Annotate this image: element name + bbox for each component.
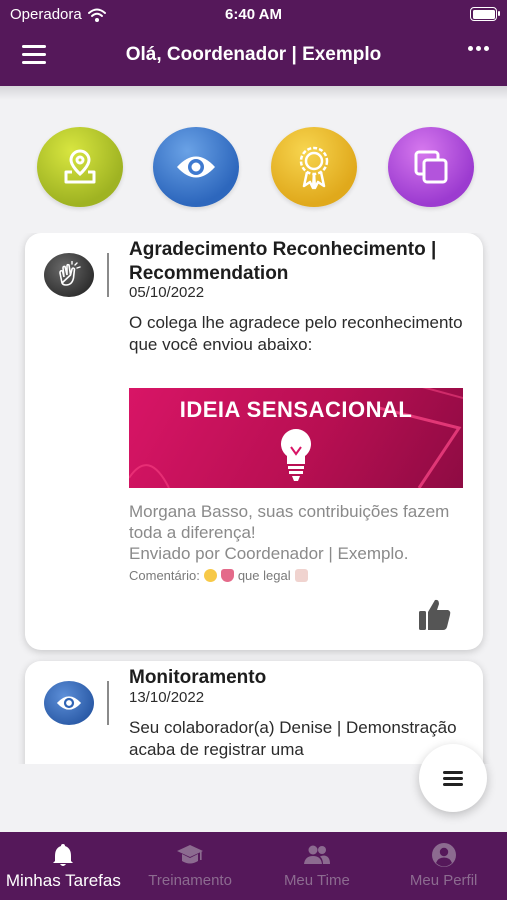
battery-icon bbox=[470, 7, 500, 21]
copy-action-button[interactable] bbox=[388, 127, 474, 207]
card-date: 05/10/2022 bbox=[129, 284, 205, 301]
location-pin-icon bbox=[64, 149, 96, 184]
card-avatar bbox=[44, 681, 94, 725]
monitoring-card[interactable]: Monitoramento 13/10/2022 Seu colaborador… bbox=[25, 661, 483, 764]
monitor-action-button[interactable] bbox=[153, 127, 239, 207]
card-title: Agradecimento Reconhecimento | Recommend… bbox=[129, 239, 437, 284]
card-message: O colega lhe agradece pelo reconheciment… bbox=[129, 313, 463, 354]
quick-actions bbox=[0, 127, 507, 207]
task-feed[interactable]: Agradecimento Reconhecimento | Recommend… bbox=[0, 233, 507, 764]
card-avatar bbox=[44, 253, 94, 297]
comment-label: Comentário: bbox=[129, 568, 200, 583]
location-action-button[interactable] bbox=[37, 127, 123, 207]
banner-text: IDEIA SENSACIONAL bbox=[179, 397, 413, 422]
rose-icon bbox=[220, 569, 234, 582]
status-bar: Operadora 6:40 AM bbox=[0, 0, 507, 28]
thumbs-up-icon[interactable] bbox=[417, 597, 453, 633]
card-divider bbox=[107, 681, 109, 725]
tab-label: Meu Time bbox=[283, 872, 350, 889]
floating-menu-button[interactable] bbox=[419, 744, 487, 812]
menu-icon bbox=[443, 768, 463, 789]
card-subtext: Morgana Basso, suas contribuições fazem … bbox=[129, 502, 450, 542]
bottom-tab-bar: Minhas Tarefas Treinamento Meu Time Meu … bbox=[0, 832, 507, 900]
tab-meu-time[interactable]: Meu Time bbox=[254, 832, 381, 900]
eye-icon bbox=[177, 156, 215, 178]
award-badge-icon bbox=[299, 146, 329, 190]
tab-label: Minhas Tarefas bbox=[5, 871, 121, 890]
status-time: 6:40 AM bbox=[225, 6, 282, 23]
smiling-face-icon bbox=[203, 569, 217, 582]
group-icon bbox=[303, 845, 330, 864]
header-shadow bbox=[0, 86, 507, 100]
card-sender: Enviado por Coordenador | Exemplo. bbox=[129, 544, 409, 563]
card-date: 13/10/2022 bbox=[129, 689, 205, 706]
card-comment: Comentário: que legal bbox=[129, 568, 308, 583]
comment-text: que legal bbox=[237, 568, 291, 583]
graduation-cap-icon bbox=[177, 845, 204, 864]
tab-treinamento[interactable]: Treinamento bbox=[127, 832, 254, 900]
recognition-banner: IDEIA SENSACIONAL bbox=[129, 388, 463, 488]
tab-label: Treinamento bbox=[148, 872, 232, 889]
tab-label: Meu Perfil bbox=[409, 872, 478, 889]
card-title: Monitoramento bbox=[129, 667, 267, 688]
copy-icon bbox=[414, 150, 448, 184]
page-title: Olá, Coordenador | Exemplo bbox=[125, 44, 382, 65]
card-divider bbox=[107, 253, 109, 297]
cake-icon bbox=[294, 569, 308, 582]
recognition-action-button[interactable] bbox=[271, 127, 357, 207]
card-message: Seu colaborador(a) Denise | Demonstração… bbox=[129, 718, 457, 759]
app-header: Operadora 6:40 AM Olá, Coordenador | Exe… bbox=[0, 0, 507, 86]
tab-meu-perfil[interactable]: Meu Perfil bbox=[380, 832, 507, 900]
bell-icon bbox=[53, 844, 74, 866]
lightbulb-icon bbox=[281, 429, 311, 481]
profile-icon bbox=[431, 843, 456, 867]
eye-icon bbox=[56, 696, 82, 710]
tab-minhas-tarefas[interactable]: Minhas Tarefas bbox=[0, 832, 127, 900]
clapping-hands-icon bbox=[59, 261, 81, 286]
more-options-button[interactable] bbox=[468, 46, 489, 51]
recognition-card[interactable]: Agradecimento Reconhecimento | Recommend… bbox=[25, 233, 483, 650]
